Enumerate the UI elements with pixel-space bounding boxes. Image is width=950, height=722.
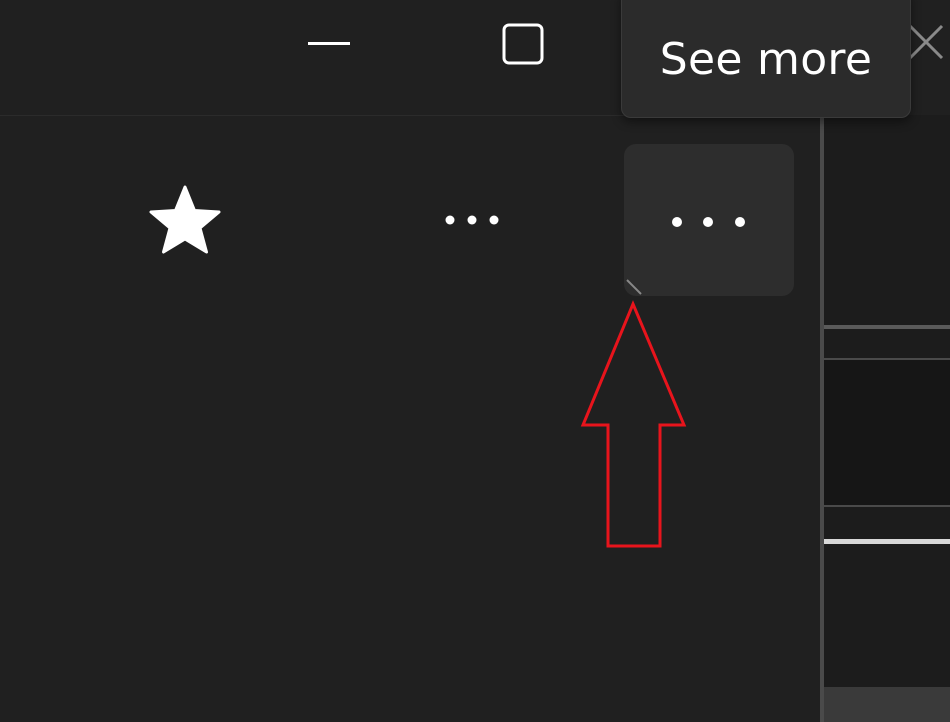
- panel-section: [824, 360, 950, 505]
- favorite-button[interactable]: [130, 170, 240, 270]
- more-horizontal-icon: [445, 215, 499, 225]
- side-panel: [820, 115, 950, 722]
- tooltip-text: See more: [659, 33, 873, 85]
- more-horizontal-icon: [672, 217, 745, 227]
- arrow-up-icon: [580, 300, 687, 548]
- maximize-button[interactable]: [470, 0, 575, 90]
- star-icon: [149, 185, 221, 254]
- minimize-icon: [308, 42, 350, 45]
- menu-button[interactable]: [420, 180, 525, 260]
- resize-corner-icon: [626, 279, 642, 295]
- maximize-icon: [502, 23, 544, 65]
- panel-section: [824, 687, 950, 722]
- see-more-button[interactable]: [624, 144, 794, 296]
- panel-divider: [824, 505, 950, 507]
- panel-divider: [824, 325, 950, 329]
- panel-scroll-indicator: [824, 539, 950, 544]
- minimize-button[interactable]: [280, 0, 380, 90]
- tooltip: See more: [621, 0, 911, 118]
